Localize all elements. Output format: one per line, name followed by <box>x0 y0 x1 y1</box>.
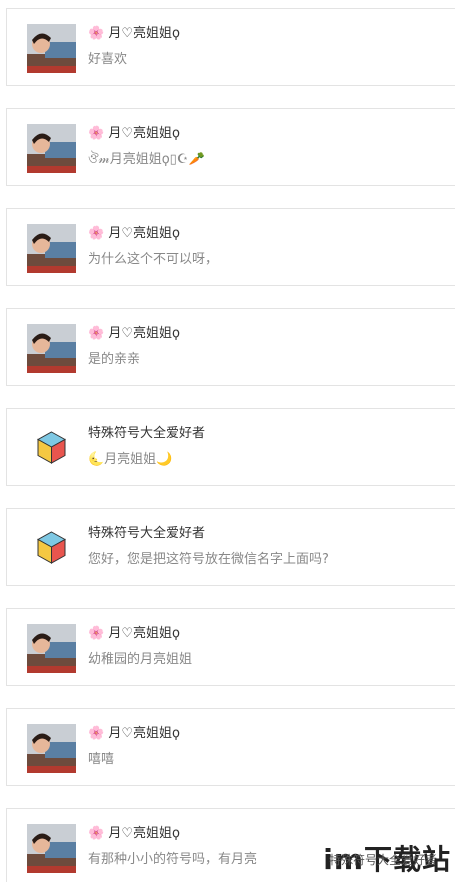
comment-card[interactable]: 🌸 月♡亮姐姐ϙ 为什么这个不可以呀， <box>6 208 455 286</box>
comment-card[interactable]: 特殊符号大全爱好者 您好，您是把这符号放在微信名字上面吗? <box>6 508 455 586</box>
cube-icon <box>27 424 76 473</box>
watermark-overlay-text: 特殊符号大全爱好者 <box>328 853 437 867</box>
commenter-name[interactable]: 🌸 月♡亮姐姐ϙ <box>88 24 180 44</box>
comment-list: 🌸 月♡亮姐姐ϙ 好喜欢 🌸 月♡亮姐姐ϙ ঔ𝓂月亮姐姐ϙ▯☪🥕 🌸 月♡亮姐姐… <box>0 0 455 882</box>
comment-text: ঔ𝓂月亮姐姐ϙ▯☪🥕 <box>88 152 205 167</box>
avatar[interactable] <box>27 124 76 173</box>
cube-icon <box>27 524 76 573</box>
avatar[interactable] <box>27 624 76 673</box>
comment-text: 为什么这个不可以呀， <box>88 252 219 267</box>
comment-card[interactable]: 🌸 月♡亮姐姐ϙ 嘻嘻 <box>6 708 455 786</box>
avatar[interactable] <box>27 724 76 773</box>
comment-card[interactable]: 🌸 月♡亮姐姐ϙ 好喜欢 <box>6 8 455 86</box>
commenter-name[interactable]: 🌸 月♡亮姐姐ϙ <box>88 224 180 244</box>
comment-card[interactable]: 🌸 月♡亮姐姐ϙ 幼稚园的月亮姐姐 <box>6 608 455 686</box>
commenter-name[interactable]: 🌸 月♡亮姐姐ϙ <box>88 824 180 844</box>
comment-card[interactable]: 🌸 月♡亮姐姐ϙ 是的亲亲 <box>6 308 455 386</box>
commenter-name[interactable]: 🌸 月♡亮姐姐ϙ <box>88 324 180 344</box>
comment-card[interactable]: 特殊符号大全爱好者 🌜月亮姐姐🌙 <box>6 408 455 486</box>
commenter-name[interactable]: 🌸 月♡亮姐姐ϙ <box>88 624 180 644</box>
comment-text: 好喜欢 <box>88 52 128 67</box>
commenter-name[interactable]: 🌸 月♡亮姐姐ϙ <box>88 124 180 144</box>
comment-text: 嘻嘻 <box>88 752 115 767</box>
avatar[interactable] <box>27 324 76 373</box>
avatar[interactable] <box>27 224 76 273</box>
avatar[interactable] <box>27 424 76 473</box>
comment-text: 是的亲亲 <box>88 352 141 367</box>
commenter-name[interactable]: 特殊符号大全爱好者 <box>88 524 205 544</box>
avatar[interactable] <box>27 524 76 573</box>
comment-card[interactable]: 🌸 月♡亮姐姐ϙ ঔ𝓂月亮姐姐ϙ▯☪🥕 <box>6 108 455 186</box>
comment-text: 有那种小小的符号吗，有月亮 <box>88 852 258 867</box>
avatar[interactable] <box>27 824 76 873</box>
comment-text: 🌜月亮姐姐🌙 <box>88 452 173 467</box>
avatar[interactable] <box>27 24 76 73</box>
commenter-name[interactable]: 特殊符号大全爱好者 <box>88 424 205 444</box>
comment-text: 您好，您是把这符号放在微信名字上面吗? <box>88 552 329 567</box>
commenter-name[interactable]: 🌸 月♡亮姐姐ϙ <box>88 724 180 744</box>
comment-text: 幼稚园的月亮姐姐 <box>88 652 193 667</box>
